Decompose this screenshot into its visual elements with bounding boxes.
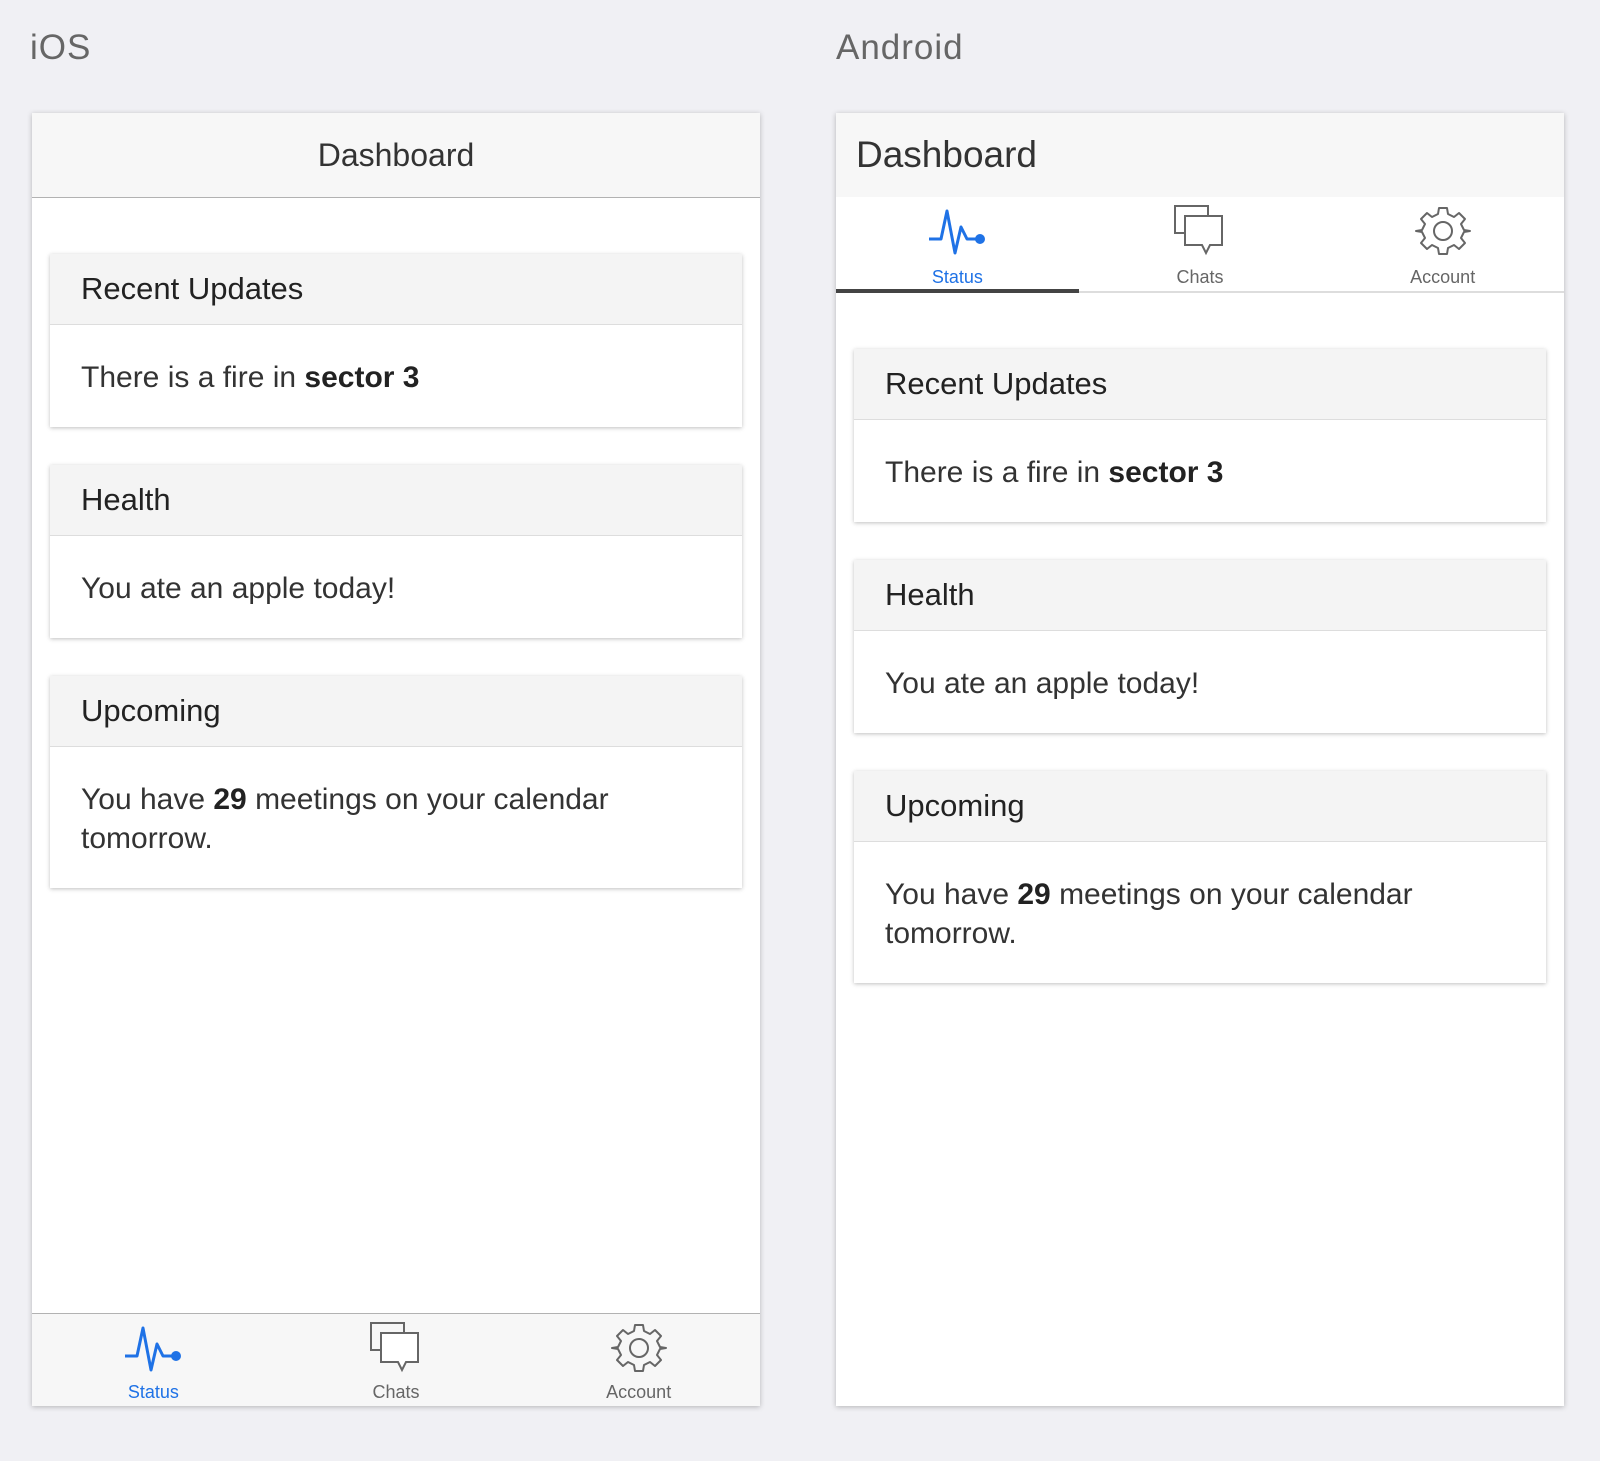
card-recent-updates: Recent Updates There is a fire in sector… (50, 254, 742, 427)
card-text: You have (885, 878, 1018, 911)
tab-label: Account (1410, 267, 1476, 287)
card-recent-updates: Recent Updates There is a fire in sector… (854, 349, 1546, 522)
card-body: You have 29 meetings on your calendar to… (854, 842, 1546, 983)
page-title: Dashboard (317, 136, 475, 173)
card-title: Recent Updates (854, 349, 1546, 420)
card-health: Health You ate an apple today! (854, 560, 1546, 733)
ios-label: iOS (30, 28, 92, 67)
android-content: Recent Updates There is a fire in sector… (836, 293, 1564, 983)
tab-account[interactable]: Account (517, 1314, 760, 1406)
card-text: There is a fire in (885, 456, 1109, 489)
ios-content: Recent Updates There is a fire in sector… (32, 198, 760, 888)
card-body: There is a fire in sector 3 (50, 325, 742, 427)
card-text-bold: 29 (213, 783, 247, 816)
page-title: Dashboard (856, 134, 1038, 175)
card-text: There is a fire in (81, 361, 305, 394)
tab-chats[interactable]: Chats (275, 1314, 518, 1406)
gear-icon (1414, 207, 1471, 255)
gear-icon (610, 1324, 667, 1372)
card-title: Health (854, 560, 1546, 631)
tab-label: Chats (372, 1382, 420, 1402)
card-body: You have 29 meetings on your calendar to… (50, 747, 742, 888)
ios-phone-screen: Dashboard Recent Updates There is a fire… (32, 113, 760, 1406)
card-text: You ate an apple today! (81, 572, 396, 605)
ios-nav-bar: Dashboard (32, 113, 760, 198)
tab-status[interactable]: Status (836, 197, 1079, 293)
card-text: You have (81, 783, 214, 816)
card-text-bold: sector 3 (1108, 456, 1224, 489)
android-phone-screen: Dashboard Status Chats Account Recent Up… (836, 113, 1564, 1406)
android-toolbar: Dashboard (836, 113, 1564, 197)
tab-account[interactable]: Account (1321, 197, 1564, 291)
tab-label: Status (931, 267, 983, 287)
tab-label: Chats (1176, 267, 1224, 287)
card-text: You ate an apple today! (885, 667, 1200, 700)
android-label: Android (836, 28, 964, 67)
chat-bubbles-icon (370, 1322, 419, 1373)
tab-chats[interactable]: Chats (1079, 197, 1322, 291)
pulse-icon (125, 1326, 182, 1372)
card-health: Health You ate an apple today! (50, 465, 742, 638)
card-text-bold: 29 (1017, 878, 1051, 911)
card-title: Recent Updates (50, 254, 742, 325)
card-upcoming: Upcoming You have 29 meetings on your ca… (854, 771, 1546, 983)
android-tab-strip: Status Chats Account (836, 197, 1564, 293)
card-body: You ate an apple today! (50, 536, 742, 638)
tab-label: Status (127, 1382, 179, 1402)
tab-status[interactable]: Status (32, 1314, 275, 1406)
card-body: There is a fire in sector 3 (854, 420, 1546, 522)
pulse-icon (929, 209, 986, 255)
card-title: Upcoming (50, 676, 742, 747)
ios-tab-bar: Status Chats Account (32, 1313, 760, 1406)
card-body: You ate an apple today! (854, 631, 1546, 733)
tab-label: Account (606, 1382, 672, 1402)
card-title: Health (50, 465, 742, 536)
card-text-bold: sector 3 (304, 361, 420, 394)
card-title: Upcoming (854, 771, 1546, 842)
chat-bubbles-icon (1174, 205, 1223, 256)
card-upcoming: Upcoming You have 29 meetings on your ca… (50, 676, 742, 888)
